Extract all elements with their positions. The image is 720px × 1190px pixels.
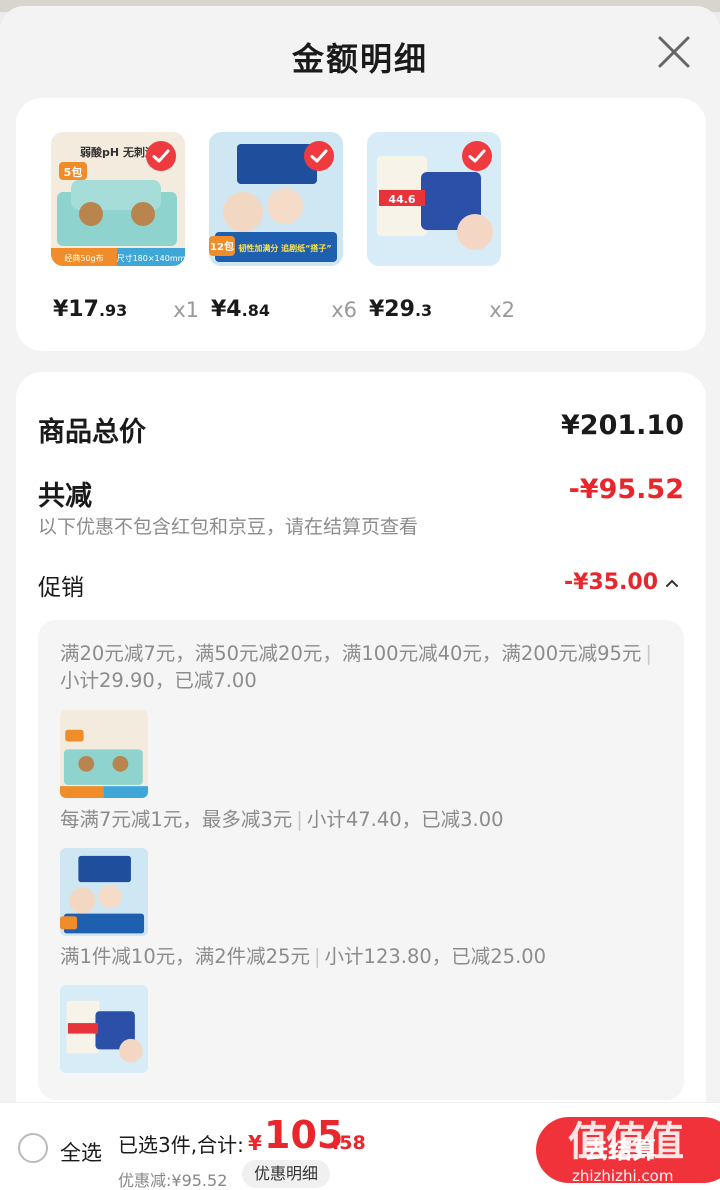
product-image[interactable]: 12包 韧性加满分 追剧纸“搭子”	[209, 132, 343, 266]
checkmark-icon[interactable]	[145, 140, 177, 172]
promotion-subtotal: 小计29.90，已减7.00	[60, 669, 257, 692]
product-quantity: x1	[173, 298, 199, 322]
promotion-subtotal: 小计123.80，已减25.00	[324, 945, 547, 968]
watermark-glyphs: 值值值	[568, 1119, 684, 1165]
promotion-toggle[interactable]: -¥35.00	[564, 570, 680, 595]
product-image-badge: 5包	[64, 165, 83, 179]
product-image-badge: 12包	[210, 240, 234, 253]
product-image-footer-left: 经典50g布	[64, 253, 103, 263]
selected-products-card: 弱酸pH 无刺激 5包 经典50g布 尺寸180×140mm ¥17.93 x1	[16, 98, 706, 351]
total-currency-symbol: ¥	[248, 1131, 262, 1155]
product-price-dec: .3	[414, 301, 433, 320]
promotion-rule-text: 每满7元减1元，最多减3元	[60, 808, 293, 831]
promotion-product-image	[60, 710, 148, 798]
select-all-radio[interactable]	[18, 1133, 48, 1163]
product-quantity: x6	[331, 298, 357, 322]
close-icon[interactable]	[654, 32, 694, 72]
product-item[interactable]: 44.6 ¥29.3 x2	[367, 132, 515, 322]
promotion-rule: 满1件减10元，满2件减25元 | 小计123.80，已减25.00	[60, 943, 670, 970]
promotion-value: -¥35.00	[563, 570, 658, 595]
product-item[interactable]: 12包 韧性加满分 追剧纸“搭子” ¥4.84 x6	[209, 132, 357, 322]
checkmark-icon[interactable]	[461, 140, 493, 172]
sheet-title: 金额明细	[291, 40, 428, 78]
divider: |	[313, 945, 321, 968]
product-price-int: ¥29	[369, 297, 415, 322]
promotion-rule: 满20元减7元，满50元减20元，满100元减40元，满200元减95元 | 小计2…	[60, 640, 670, 694]
discount-amount: 优惠减:¥95.52	[118, 1171, 228, 1190]
divider: |	[645, 642, 652, 665]
discount-detail-button[interactable]: 优惠明细	[242, 1160, 331, 1188]
checkmark-icon[interactable]	[303, 140, 335, 172]
discount-note: 以下优惠不包含红包和京豆，请在结算页查看	[38, 516, 419, 538]
product-item[interactable]: 弱酸pH 无刺激 5包 经典50g布 尺寸180×140mm ¥17.93 x1	[51, 132, 199, 322]
promotion-subtotal: 小计47.40，已减3.00	[306, 808, 504, 831]
amount-detail-sheet: 金额明细 弱酸pH 无刺激 5包 经典50g布 尺寸180×140mm ¥17.…	[0, 6, 720, 1190]
chevron-up-icon	[666, 579, 678, 587]
promotion-label: 促销	[38, 575, 84, 601]
total-reduction-label: 共减	[38, 481, 92, 512]
selected-count: 已选3件,合计:	[118, 1133, 244, 1157]
product-price-int: ¥4	[211, 297, 242, 322]
promotion-rule: 每满7元减1元，最多减3元 | 小计47.40，已减3.00	[60, 806, 670, 833]
select-all-label[interactable]: 全选	[60, 1137, 102, 1167]
price-detail-card: 商品总价 ¥201.10 共减 -¥95.52 以下优惠不包含红包和京豆，请在结…	[16, 372, 706, 1132]
promotion-rule-text: 满1件减10元，满2件减25元	[60, 945, 310, 968]
product-image-caption: 韧性加满分 追剧纸“搭子”	[238, 243, 331, 253]
product-price: ¥29.3	[369, 297, 432, 322]
product-price-dec: .84	[241, 301, 270, 320]
total-reduction-value: -¥95.52	[568, 474, 684, 505]
total-amount-decimal: .58	[332, 1132, 366, 1154]
watermark-logo: 值值值 zhizhizhi.com	[562, 1109, 712, 1189]
promotion-product-image	[60, 848, 148, 936]
product-quantity: x2	[489, 298, 515, 322]
promotion-list: 满20元减7元，满50元减20元，满100元减40元，满200元减95元 |小计2…	[38, 620, 684, 1100]
promotion-product-image	[60, 985, 148, 1073]
promotion-rule-text: 满20元减7元，满50元减20元，满100元减40元，满200元减95元	[60, 642, 642, 665]
goods-total-value: ¥201.10	[561, 410, 684, 441]
divider: |	[296, 808, 303, 831]
watermark-url: zhizhizhi.com	[572, 1167, 674, 1185]
product-image[interactable]: 44.6	[367, 132, 501, 266]
product-image-price: 44.6	[388, 193, 415, 206]
product-price: ¥17.93	[53, 297, 127, 322]
product-price-int: ¥17	[53, 297, 99, 322]
product-image[interactable]: 弱酸pH 无刺激 5包 经典50g布 尺寸180×140mm	[51, 132, 185, 266]
product-image-footer-right: 尺寸180×140mm	[117, 253, 185, 263]
product-price-dec: .93	[98, 301, 128, 320]
goods-total-label: 商品总价	[38, 417, 146, 448]
product-price: ¥4.84	[211, 297, 270, 322]
checkout-bar: 全选 已选3件,合计: ¥ 105 .58 优惠减:¥95.52 优惠明细 去结…	[0, 1102, 720, 1190]
